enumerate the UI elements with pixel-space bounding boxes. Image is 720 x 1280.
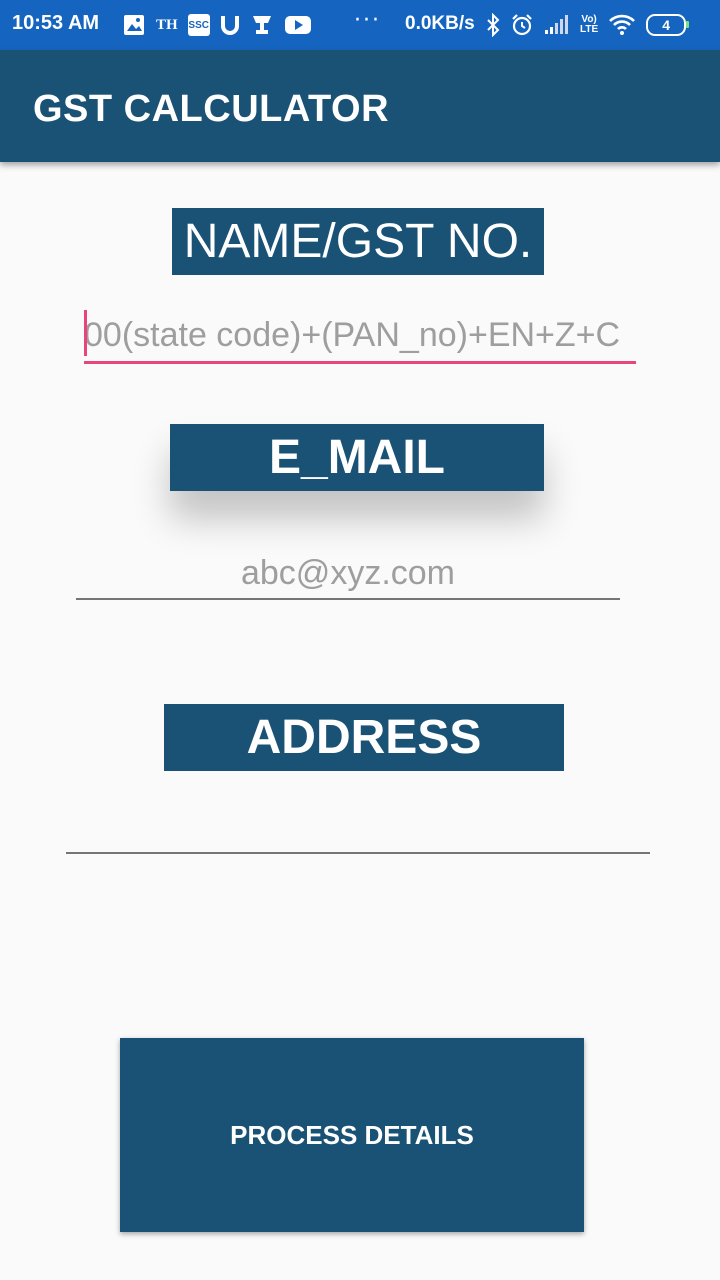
gallery-icon xyxy=(122,13,146,37)
more-notifications-icon: ··· xyxy=(354,8,381,33)
signal-icon xyxy=(544,15,570,35)
gst-number-input[interactable] xyxy=(84,309,636,364)
process-details-button[interactable]: PROCESS DETAILS xyxy=(120,1038,584,1232)
u-icon xyxy=(220,14,240,36)
text-cursor xyxy=(84,310,87,356)
status-bar: 10:53 AM TH SSC ··· 0.0KB/s Vo) LTE 4 xyxy=(0,0,720,50)
battery-level: 4 xyxy=(662,17,671,33)
address-input[interactable] xyxy=(66,800,650,854)
bluetooth-icon xyxy=(486,13,500,37)
email-label: E_MAIL xyxy=(170,424,544,491)
notification-icons: TH SSC xyxy=(122,11,312,39)
status-time: 10:53 AM xyxy=(12,12,100,34)
wifi-icon xyxy=(608,14,636,36)
email-input[interactable] xyxy=(76,548,620,600)
volte-icon: Vo) LTE xyxy=(580,14,599,35)
name-gst-label: NAME/GST NO. xyxy=(172,208,544,275)
ssc-icon: SSC xyxy=(187,14,210,36)
app-title: GST CALCULATOR xyxy=(33,88,390,130)
battery-icon: 4 xyxy=(646,14,690,36)
youtube-icon xyxy=(284,14,312,36)
system-icons: Vo) LTE 4 xyxy=(486,11,690,39)
network-speed: 0.0KB/s xyxy=(405,13,475,34)
trophy-icon xyxy=(250,14,274,36)
alarm-icon xyxy=(510,13,534,37)
th-icon: TH xyxy=(156,16,178,33)
app-bar: GST CALCULATOR xyxy=(0,50,720,162)
address-label: ADDRESS xyxy=(164,704,564,771)
